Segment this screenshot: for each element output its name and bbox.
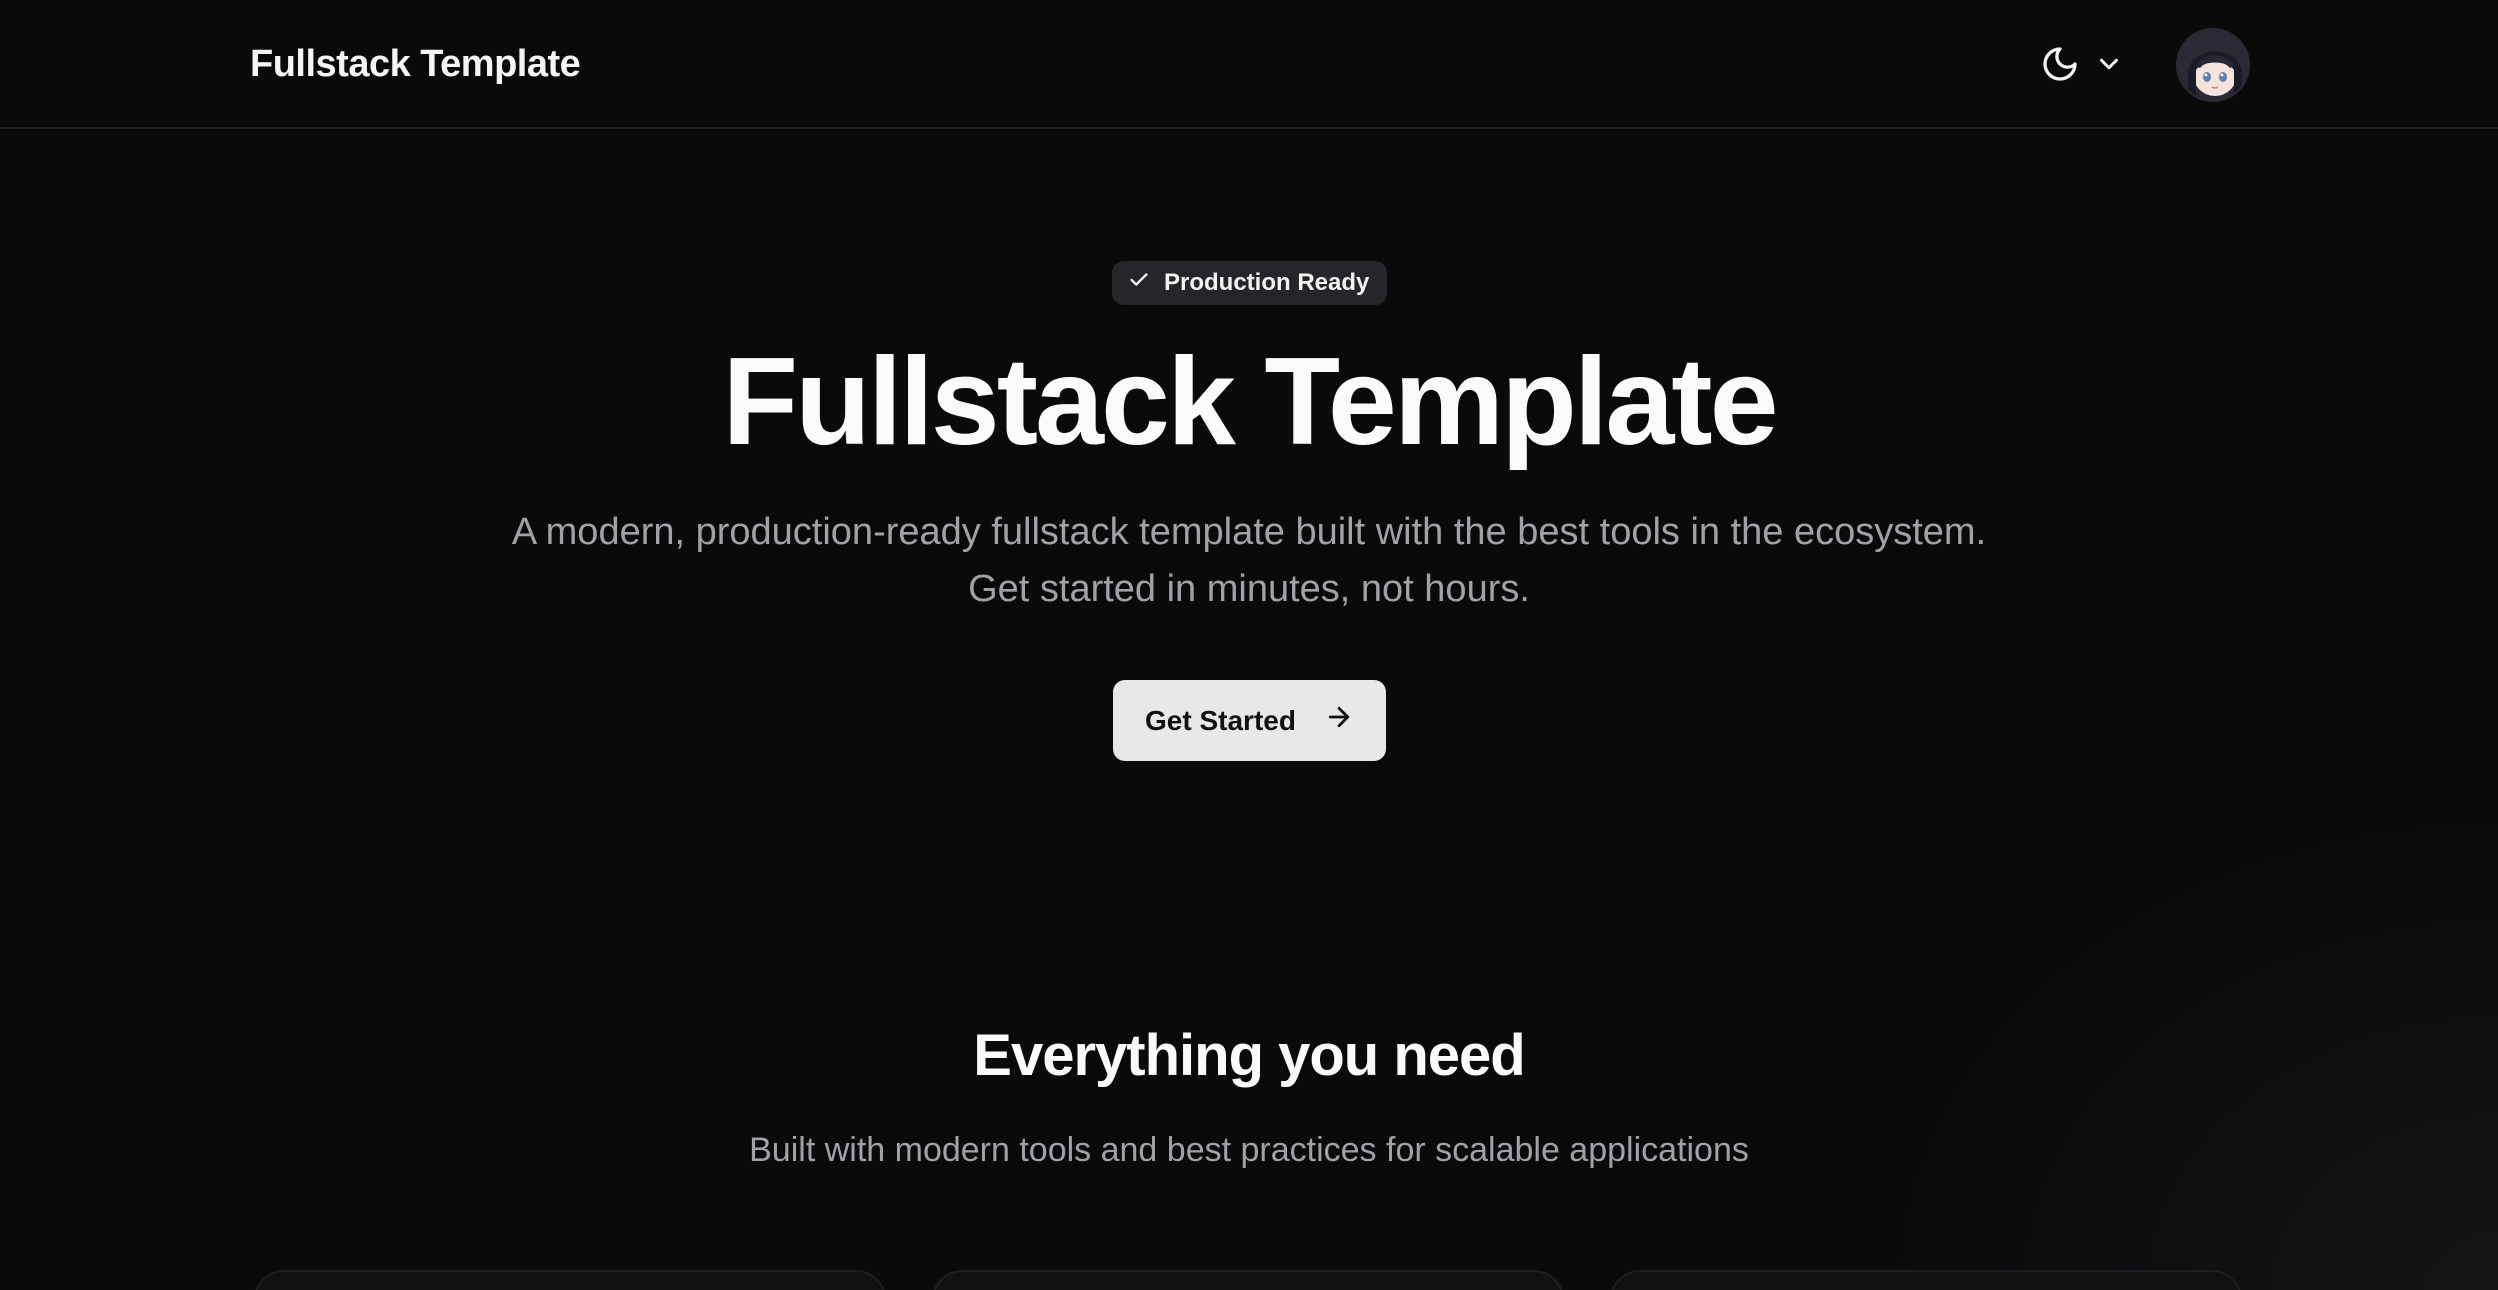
feature-card [254, 1270, 886, 1290]
brand-logo-text[interactable]: Fullstack Template [250, 38, 581, 90]
user-avatar[interactable] [2176, 28, 2250, 102]
badge-label: Production Ready [1164, 269, 1370, 296]
features-title: Everything you need [973, 1023, 1525, 1088]
avatar-illustration [2178, 30, 2248, 100]
top-navbar: Fullstack Template [0, 0, 2498, 129]
arrow-right-icon [1324, 702, 1354, 739]
hero-subtitle: A modern, production-ready fullstack tem… [0, 504, 2498, 618]
moon-icon [2040, 44, 2080, 84]
theme-toggle-dropdown[interactable] [2030, 36, 2140, 92]
landing-page: Fullstack Template Production Ready Full… [0, 0, 2498, 1290]
hero-subtitle-line-2: Get started in minutes, not hours. [968, 568, 1530, 610]
hero-subtitle-line-1: A modern, production-ready fullstack tem… [511, 511, 1987, 553]
production-ready-badge: Production Ready [1112, 261, 1388, 305]
feature-card [1610, 1270, 2242, 1290]
hero-title: Fullstack Template [722, 333, 1778, 471]
feature-card [932, 1270, 1564, 1290]
get-started-label: Get Started [1145, 704, 1296, 736]
get-started-button[interactable]: Get Started [1113, 680, 1386, 761]
features-subtitle: Built with modern tools and best practic… [749, 1131, 1749, 1169]
chevron-down-icon [2094, 49, 2124, 79]
check-icon [1128, 269, 1150, 298]
